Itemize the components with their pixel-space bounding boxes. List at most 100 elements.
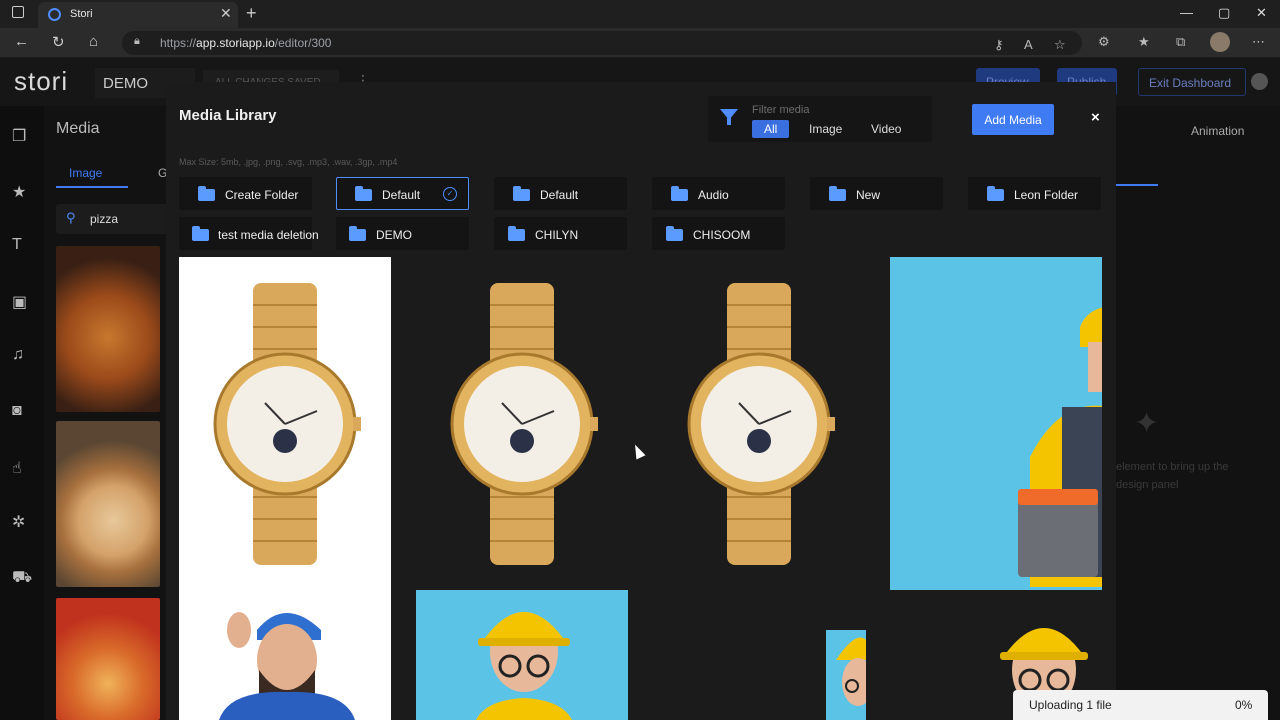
filter-label: Filter media [752, 104, 810, 116]
profile-avatar[interactable] [1210, 32, 1230, 52]
folder-leon[interactable]: Leon Folder [968, 177, 1101, 210]
folder-chisoom[interactable]: CHISOOM [652, 217, 785, 250]
max-size-note: Max Size: 5mb, .jpg, .png, .svg, .mp3, .… [179, 157, 398, 167]
close-modal-icon[interactable]: × [1091, 109, 1100, 126]
folder-default[interactable]: Default [494, 177, 627, 210]
folder-icon [671, 186, 688, 201]
browser-titlebar: Stori ✕ + — ▢ ✕ [0, 0, 1280, 28]
collections-icon[interactable]: ⧉ [1176, 34, 1185, 50]
media-item-worker[interactable] [416, 590, 628, 720]
folder-label: CHISOOM [693, 228, 751, 242]
media-item-worker-partial[interactable] [826, 630, 866, 720]
panel-title: Media [56, 120, 100, 137]
worker-helmet-photo [476, 612, 572, 720]
gold-watch-image [687, 283, 835, 565]
folder-icon [666, 226, 683, 241]
folder-label: Leon Folder [1014, 188, 1079, 202]
extensions-icon[interactable]: ⚙ [1098, 34, 1110, 50]
magic-wand-icon: ✦ [1134, 407, 1160, 440]
upload-percent: 0% [1235, 698, 1253, 712]
create-folder-button[interactable]: Create Folder [179, 177, 312, 210]
folder-default-selected[interactable]: Default ✓ [336, 177, 469, 210]
reload-icon[interactable]: ↻ [52, 33, 65, 51]
minimize-icon[interactable]: — [1180, 5, 1193, 20]
media-library-modal: Media Library Filter media All Image Vid… [166, 82, 1116, 720]
worker-photo [1018, 307, 1102, 587]
active-tab-indicator [1116, 184, 1158, 186]
stori-logo: stori [14, 66, 69, 96]
home-icon[interactable]: ⌂ [89, 33, 98, 50]
pizza-thumbnail[interactable] [56, 421, 160, 587]
folder-audio[interactable]: Audio [652, 177, 785, 210]
search-icon: ⚲ [66, 210, 76, 225]
hint-text-2: design panel [1116, 479, 1179, 491]
tab-actions-icon[interactable] [12, 6, 24, 18]
media-item-watch[interactable] [179, 257, 391, 591]
tab-close-icon[interactable]: ✕ [220, 5, 232, 22]
media-side-panel: Media Image G ⚲ pizza [44, 106, 176, 720]
address-bar[interactable]: 🔒︎ https://app.storiapp.io/editor/300 ⚷ … [122, 31, 1082, 55]
check-circle-icon: ✓ [443, 187, 457, 201]
folder-icon [508, 226, 525, 241]
folder-icon [829, 186, 846, 201]
right-panel: Animation ✦ element to bring up the desi… [1116, 106, 1280, 720]
new-tab-icon[interactable]: + [246, 3, 257, 24]
active-tab-indicator [56, 186, 128, 188]
man-in-cap-photo [219, 612, 355, 720]
exit-dashboard-button[interactable]: Exit Dashboard [1138, 68, 1246, 96]
upload-progress-toast: Uploading 1 file 0% [1013, 690, 1268, 720]
account-icon[interactable] [1251, 73, 1268, 90]
worker-helmet-photo [836, 637, 866, 706]
folder-label: New [856, 188, 881, 202]
tab-image[interactable]: Image [69, 166, 102, 180]
hand-icon[interactable]: ☝ [12, 458, 22, 478]
folder-new[interactable]: New [810, 177, 943, 210]
star-icon[interactable]: ★ [12, 182, 26, 202]
tab-animation[interactable]: Animation [1191, 124, 1244, 138]
image-icon[interactable]: ▣ [12, 292, 27, 312]
folder-icon [192, 226, 209, 241]
cart-icon[interactable]: ⛟ [12, 568, 32, 588]
read-aloud-icon[interactable]: A [1024, 37, 1033, 52]
browser-tab[interactable]: Stori ✕ [38, 2, 238, 28]
filter-all[interactable]: All [752, 120, 790, 138]
pizza-thumbnail[interactable] [56, 598, 160, 720]
music-icon[interactable]: ♫ [12, 346, 24, 364]
pizza-thumbnail[interactable] [56, 246, 160, 412]
media-filter: Filter media All Image Video [708, 96, 932, 142]
filter-image[interactable]: Image [809, 120, 842, 138]
settings-icon[interactable]: ✲ [12, 512, 25, 532]
layers-icon[interactable]: ❐ [12, 126, 26, 146]
search-input[interactable]: ⚲ pizza [56, 204, 176, 234]
tool-rail: ❐ ★ T ▣ ♫ ◙ ☝ ✲ ⛟ [0, 106, 44, 720]
browser-toolbar: ← ↻ ⌂ 🔒︎ https://app.storiapp.io/editor/… [0, 28, 1280, 58]
folder-label: Audio [698, 188, 729, 202]
media-item-watch[interactable] [653, 257, 865, 591]
video-icon[interactable]: ◙ [12, 402, 22, 420]
lock-icon[interactable]: 🔒︎ [134, 35, 140, 48]
media-item-worker[interactable] [890, 257, 1102, 591]
folder-icon [349, 226, 366, 241]
key-icon[interactable]: ⚷ [994, 37, 1004, 53]
folder-icon [355, 186, 372, 201]
folder-demo[interactable]: DEMO [336, 217, 469, 250]
media-item-watch[interactable] [416, 257, 628, 591]
add-media-button[interactable]: Add Media [972, 104, 1054, 135]
media-item-man-cap[interactable] [179, 590, 391, 720]
favorites-icon[interactable]: ★ [1138, 34, 1150, 50]
text-icon[interactable]: T [12, 236, 22, 254]
url-text[interactable]: https://app.storiapp.io/editor/300 [160, 36, 331, 50]
more-menu-icon[interactable]: ⋯ [1252, 34, 1265, 50]
folder-label: Default [540, 188, 579, 202]
modal-title: Media Library [179, 107, 277, 124]
folder-test-media-deletion[interactable]: test media deletion [179, 217, 319, 250]
folder-label: Default [382, 188, 421, 202]
search-value: pizza [90, 212, 119, 226]
maximize-icon[interactable]: ▢ [1218, 5, 1230, 21]
folder-chilyn[interactable]: CHILYN [494, 217, 627, 250]
filter-video[interactable]: Video [871, 120, 901, 138]
folder-icon [198, 186, 215, 201]
window-close-icon[interactable]: ✕ [1256, 5, 1267, 21]
add-favorite-icon[interactable]: ☆ [1054, 37, 1066, 53]
back-icon[interactable]: ← [14, 33, 29, 50]
